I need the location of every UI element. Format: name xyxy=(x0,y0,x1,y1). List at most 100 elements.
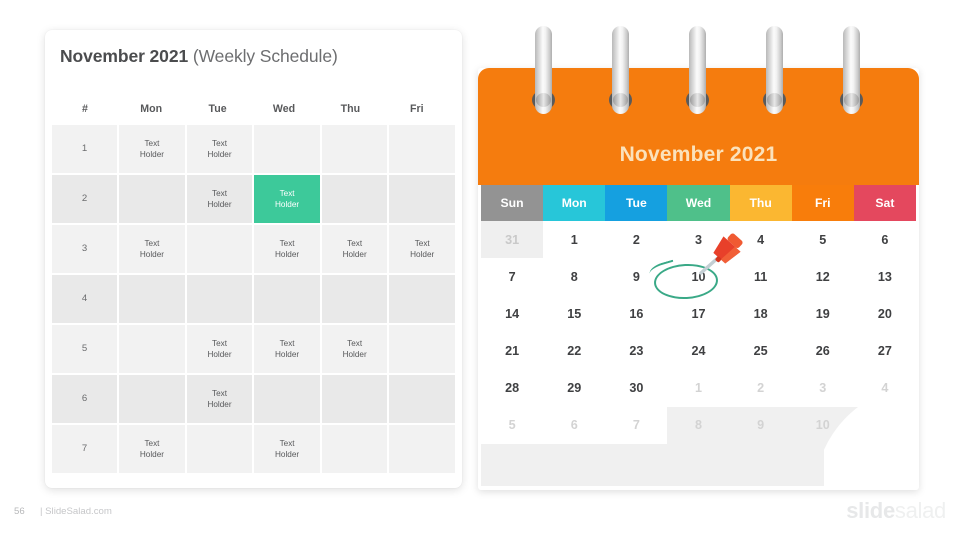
table-row: 2 Text Holder Text Holder xyxy=(52,175,455,223)
schedule-cell[interactable]: Text Holder xyxy=(186,125,253,173)
calendar-day[interactable]: 1 xyxy=(667,369,729,406)
weekly-schedule-card: November 2021 (Weekly Schedule) # Mon Tue W… xyxy=(45,30,462,488)
calendar-week-row: 21 22 23 24 25 26 27 xyxy=(481,332,916,369)
schedule-cell[interactable] xyxy=(321,275,388,323)
schedule-cell[interactable] xyxy=(321,125,388,173)
calendar-day[interactable]: 20 xyxy=(854,295,916,332)
schedule-cell[interactable] xyxy=(389,125,455,173)
schedule-cell[interactable] xyxy=(186,225,253,273)
schedule-cell[interactable] xyxy=(119,275,185,323)
row-index: 3 xyxy=(52,225,118,273)
schedule-cell[interactable] xyxy=(389,175,455,223)
page-curl xyxy=(824,394,916,486)
schedule-cell[interactable]: Text Holder xyxy=(119,225,185,273)
schedule-table: # Mon Tue Wed Thu Fri 1 Text Holder Text Holder 2 T… xyxy=(52,93,455,475)
calendar-day[interactable]: 25 xyxy=(730,332,792,369)
calendar-week-row: 14 15 16 17 18 19 20 xyxy=(481,295,916,332)
calendar-day[interactable]: 12 xyxy=(792,258,854,295)
calendar-day[interactable]: 15 xyxy=(543,295,605,332)
calendar-month-title: November 2021 xyxy=(619,143,778,166)
footer-site-label: | SlideSalad.com xyxy=(40,506,112,517)
row-index: 7 xyxy=(52,425,118,473)
schedule-cell[interactable]: Text Holder xyxy=(389,225,455,273)
calendar-day[interactable]: 5 xyxy=(792,221,854,258)
calendar-day[interactable]: 13 xyxy=(854,258,916,295)
table-row: 1 Text Holder Text Holder xyxy=(52,125,455,173)
calendar-day[interactable]: 31 xyxy=(481,221,544,258)
schedule-cell[interactable]: Text Holder xyxy=(254,325,320,373)
schedule-cell[interactable]: Text Holder xyxy=(119,125,185,173)
calendar-day[interactable]: 26 xyxy=(792,332,854,369)
calendar-day[interactable]: 28 xyxy=(481,369,543,406)
calendar-day[interactable]: 6 xyxy=(543,406,605,443)
table-row: 6 Text Holder xyxy=(52,375,455,423)
calendar-day[interactable]: 21 xyxy=(481,332,543,369)
page-title-month: November 2021 xyxy=(60,46,189,66)
schedule-cell[interactable]: Text Holder xyxy=(254,225,320,273)
calendar-day[interactable]: 18 xyxy=(730,295,792,332)
schedule-cell[interactable]: Text Holder xyxy=(321,225,388,273)
row-index: 2 xyxy=(52,175,118,223)
calendar-day[interactable]: 8 xyxy=(543,258,605,295)
calendar-day[interactable]: 2 xyxy=(730,369,792,406)
calendar-day[interactable]: 1 xyxy=(543,221,605,258)
calendar-day[interactable]: 2 xyxy=(605,221,667,258)
ring-hole-inner xyxy=(844,93,859,107)
row-index: 6 xyxy=(52,375,118,423)
schedule-cell[interactable] xyxy=(321,175,388,223)
calendar-day[interactable]: 24 xyxy=(667,332,729,369)
calendar-day[interactable]: 29 xyxy=(543,369,605,406)
calendar-day[interactable]: 7 xyxy=(605,406,667,443)
schedule-header-mon: Mon xyxy=(140,103,163,115)
schedule-cell-highlighted[interactable]: Text Holder xyxy=(254,175,320,223)
ring-hole-inner xyxy=(767,93,782,107)
schedule-cell[interactable]: Text Holder xyxy=(119,425,185,473)
table-row: 5 Text Holder Text Holder Text Holder xyxy=(52,325,455,373)
calendar-day[interactable]: 19 xyxy=(792,295,854,332)
calendar-weekday-row: Sun Mon Tue Wed Thu Fri Sat xyxy=(481,185,916,221)
schedule-cell[interactable] xyxy=(186,275,253,323)
calendar-date-grid: 31 1 2 3 4 5 6 7 8 9 10 11 12 13 14 15 16 17 18 19 20 21 22 23 2… xyxy=(481,221,916,486)
schedule-header-fri: Fri xyxy=(409,103,424,115)
weekday-header-sat: Sat xyxy=(853,185,916,221)
schedule-cell[interactable] xyxy=(186,425,253,473)
schedule-cell[interactable] xyxy=(389,425,455,473)
schedule-cell[interactable] xyxy=(254,125,320,173)
calendar-day[interactable]: 22 xyxy=(543,332,605,369)
schedule-cell[interactable] xyxy=(119,375,185,423)
calendar-ring xyxy=(840,26,863,114)
calendar-day[interactable]: 14 xyxy=(481,295,543,332)
calendar-day[interactable]: 23 xyxy=(605,332,667,369)
calendar-day[interactable]: 7 xyxy=(481,258,543,295)
calendar-day[interactable]: 16 xyxy=(605,295,667,332)
schedule-cell[interactable]: Text Holder xyxy=(186,325,253,373)
schedule-cell[interactable] xyxy=(389,375,455,423)
schedule-cell[interactable] xyxy=(254,375,320,423)
schedule-cell[interactable] xyxy=(321,425,388,473)
schedule-cell[interactable]: Text Holder xyxy=(186,375,253,423)
schedule-cell[interactable] xyxy=(389,275,455,323)
schedule-cell[interactable] xyxy=(119,325,185,373)
schedule-cell[interactable]: Text Holder xyxy=(186,175,253,223)
schedule-cell[interactable]: Text Holder xyxy=(321,325,388,373)
schedule-cell[interactable]: Text Holder xyxy=(254,425,320,473)
calendar-day[interactable]: 5 xyxy=(481,406,543,443)
ring-hole-inner xyxy=(690,93,705,107)
schedule-cell[interactable] xyxy=(254,275,320,323)
calendar-day[interactable]: 8 xyxy=(667,406,729,443)
calendar-day[interactable]: 17 xyxy=(667,295,729,332)
calendar-day[interactable]: 9 xyxy=(730,406,792,443)
slide-number: 56 xyxy=(14,506,25,517)
calendar-day[interactable]: 30 xyxy=(605,369,667,406)
brand-logo: slidesalad xyxy=(846,498,946,524)
brand-logo-part2: salad xyxy=(894,498,946,523)
calendar-day[interactable]: 27 xyxy=(854,332,916,369)
schedule-cell[interactable] xyxy=(119,175,185,223)
schedule-table-header: # Mon Tue Wed Thu Fri xyxy=(52,93,455,125)
calendar-ring xyxy=(609,26,632,114)
table-row: 7 Text Holder Text Holder xyxy=(52,425,455,473)
schedule-header-index: # xyxy=(82,103,88,115)
schedule-cell[interactable] xyxy=(389,325,455,373)
calendar-day[interactable]: 6 xyxy=(854,221,916,258)
schedule-cell[interactable] xyxy=(321,375,388,423)
